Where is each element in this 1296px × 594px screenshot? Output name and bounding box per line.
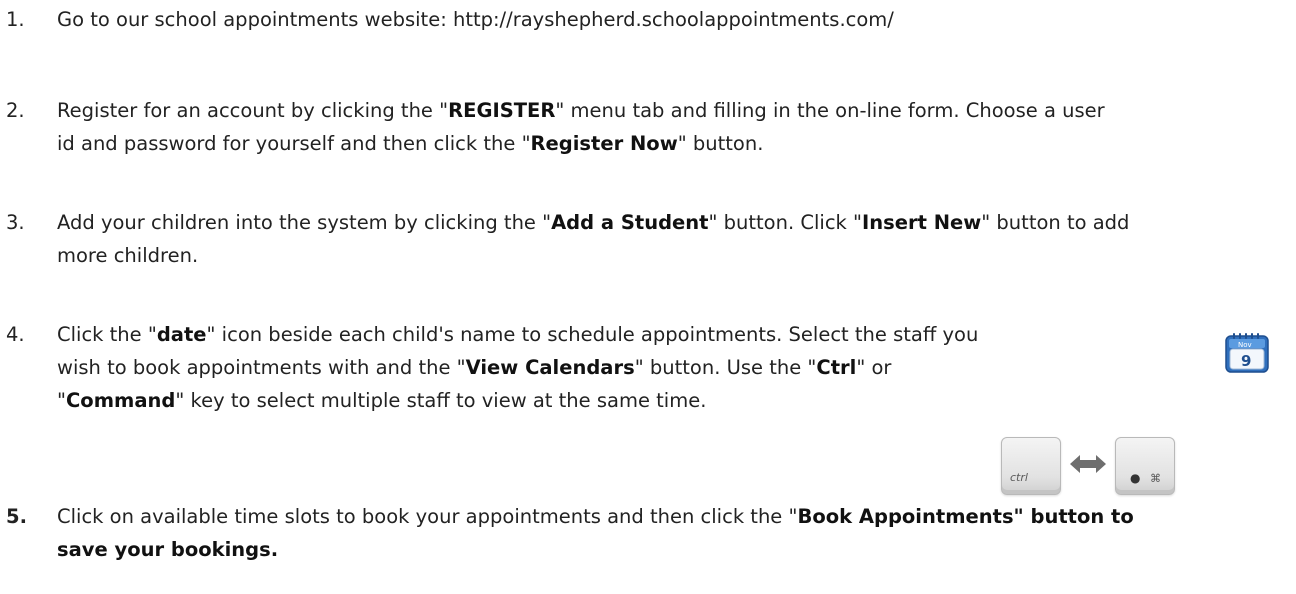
text-run: "	[57, 389, 66, 412]
text-run: Add your children into the system by cli…	[57, 211, 552, 234]
step-1-text: Go to our school appointments website: h…	[57, 8, 894, 31]
step-number: 5.	[6, 505, 27, 528]
step-2: 2. Register for an account by clicking t…	[0, 94, 1105, 160]
command-symbol: ⌘	[1150, 472, 1161, 485]
text-run: wish to book appointments with and the "	[57, 356, 466, 379]
calendar-month: Nov	[1238, 341, 1252, 349]
calendar-icon: Nov 9	[1224, 332, 1270, 374]
save-bookings-text: save your bookings.	[57, 538, 279, 561]
register-now-label: Register Now	[530, 132, 678, 155]
text-run: " button. Use the "	[634, 356, 817, 379]
step-number: 4.	[6, 323, 25, 346]
step-3-line-1: Add your children into the system by cli…	[57, 206, 1129, 239]
text-run: " icon beside each child's name to sched…	[206, 323, 979, 346]
text-run: " key to select multiple staff to view a…	[175, 389, 707, 412]
text-run: Click the "	[57, 323, 157, 346]
insert-new-label: Insert New	[862, 211, 982, 234]
text-run: " button.	[677, 132, 764, 155]
keyboard-keys-illustration: ctrl ● ⌘	[1001, 437, 1175, 497]
text-run: " button to add	[981, 211, 1130, 234]
step-4-line-2: wish to book appointments with and the "…	[57, 351, 978, 384]
add-student-label: Add a Student	[551, 211, 709, 234]
step-1: 1. Go to our school appointments website…	[0, 3, 894, 36]
step-2-line-1: Register for an account by clicking the …	[57, 94, 1105, 127]
command-key-icon: ● ⌘	[1115, 437, 1175, 495]
ctrl-label: Ctrl	[816, 356, 857, 379]
step-5-line-1: Click on available time slots to book yo…	[57, 500, 1134, 533]
register-tab-label: REGISTER	[448, 99, 556, 122]
apple-logo-icon: ●	[1130, 471, 1141, 485]
text-run: Click on available time slots to book yo…	[57, 505, 798, 528]
text-run: id and password for yourself and then cl…	[57, 132, 531, 155]
text-run: " button. Click "	[708, 211, 862, 234]
command-label: Command	[65, 389, 176, 412]
calendar-day: 9	[1241, 352, 1251, 370]
view-calendars-label: View Calendars	[465, 356, 635, 379]
step-4-line-3: "Command" key to select multiple staff t…	[57, 384, 978, 417]
step-4: 4. Click the "date" icon beside each chi…	[0, 318, 978, 417]
book-appointments-label: Book Appointments" button to	[797, 505, 1134, 528]
ctrl-key-label: ctrl	[1010, 471, 1028, 484]
step-number: 2.	[6, 99, 25, 122]
step-number: 1.	[6, 8, 25, 31]
step-2-line-2: id and password for yourself and then cl…	[57, 127, 1105, 160]
step-5: 5. Click on available time slots to book…	[0, 500, 1134, 566]
step-4-line-1: Click the "date" icon beside each child'…	[57, 318, 978, 351]
text-run: Register for an account by clicking the …	[57, 99, 449, 122]
step-3: 3. Add your children into the system by …	[0, 206, 1129, 272]
ctrl-key-icon: ctrl	[1001, 437, 1061, 495]
step-number: 3.	[6, 211, 25, 234]
date-label: date	[156, 323, 207, 346]
text-run: " or	[856, 356, 892, 379]
step-3-line-2: more children.	[57, 244, 199, 267]
text-run: " menu tab and filling in the on-line fo…	[555, 99, 1105, 122]
double-arrow-icon	[1070, 455, 1106, 473]
step-5-line-2: save your bookings.	[57, 533, 1134, 566]
